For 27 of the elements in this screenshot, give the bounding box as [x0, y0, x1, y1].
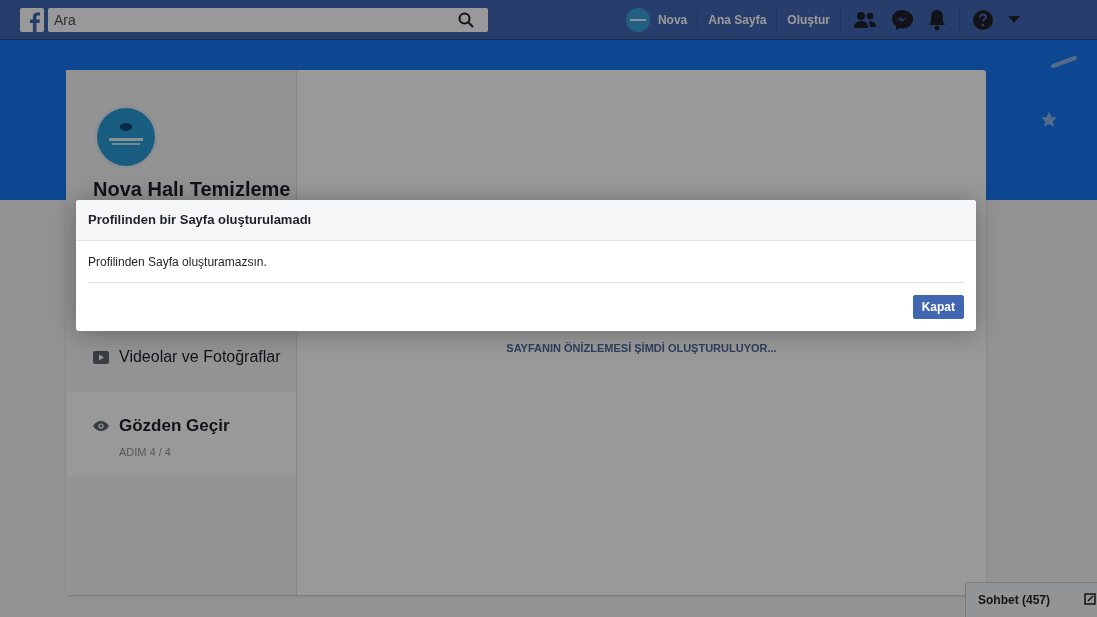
search-field[interactable]: Ara [48, 7, 488, 32]
play-icon [93, 350, 109, 364]
step-label: Gözden Geçir [119, 416, 230, 436]
page-avatar-icon [93, 104, 159, 170]
help-icon[interactable] [972, 8, 994, 31]
step-item[interactable]: Videolar ve Fotoğraflar [66, 306, 296, 392]
nav-link[interactable]: Oluştur [787, 12, 830, 27]
profile-link[interactable]: Nova [657, 12, 688, 27]
preview-status: SAYFANIN ÖNİZLEMESİ ŞİMDİ OLUŞTURULUYOR... [506, 342, 777, 356]
avatar-icon[interactable] [625, 7, 650, 32]
search-icon[interactable] [458, 11, 474, 28]
bell-icon[interactable] [927, 8, 947, 31]
close-button[interactable]: Kapat [912, 295, 964, 319]
caret-icon[interactable] [1008, 15, 1020, 24]
dialog-title: Profilinden bir Sayfa oluşturulamadı [76, 200, 976, 241]
step-counter: ADIM 4 / 4 [119, 446, 172, 458]
chat-tab[interactable]: Sohbet (457) [965, 582, 1097, 617]
logo-icon[interactable] [20, 7, 44, 32]
dialog-message: Profilinden Sayfa oluşturamazsın. [88, 241, 964, 283]
eye-icon [93, 421, 109, 431]
friends-icon[interactable] [853, 9, 877, 30]
page-name: Nova Halı Temizleme [93, 178, 292, 200]
nav-link[interactable]: Ana Sayfa [708, 12, 767, 27]
messenger-icon[interactable] [891, 8, 913, 31]
step-label: Videolar ve Fotoğraflar [119, 348, 281, 366]
step-item[interactable]: Gözden Geçir ADIM 4 / 4 [66, 392, 296, 477]
compose-icon[interactable] [1084, 593, 1096, 605]
